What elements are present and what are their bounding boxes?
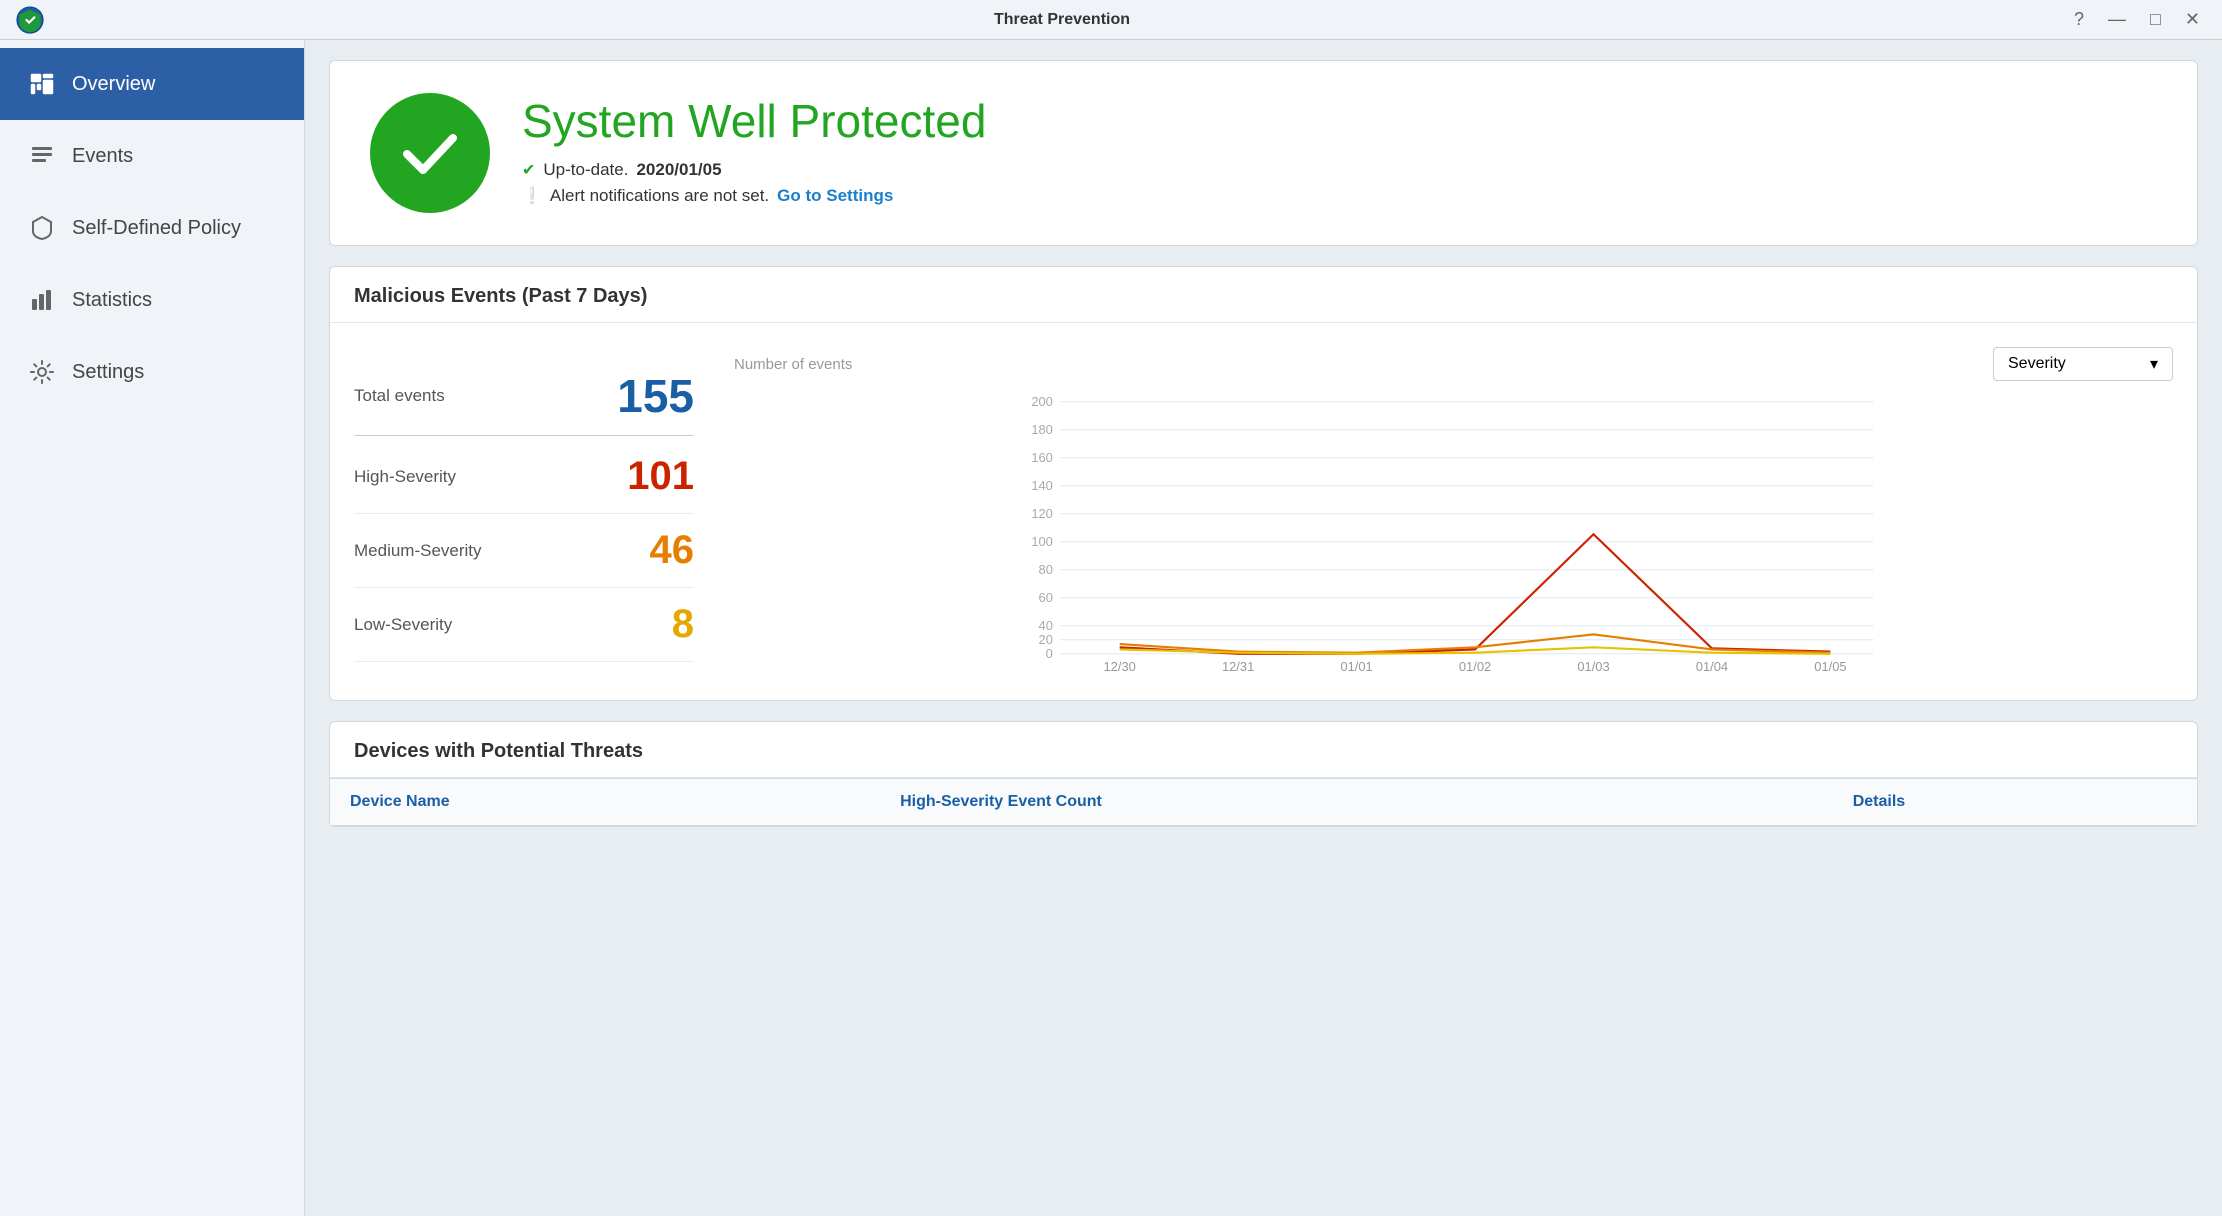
help-button[interactable]: ?: [2068, 7, 2090, 32]
uptodate-line: ✔ Up-to-date. 2020/01/05: [522, 160, 986, 180]
uptodate-label: Up-to-date.: [543, 160, 628, 180]
policy-icon: [28, 214, 56, 242]
window-controls[interactable]: ? — □ ✕: [2068, 7, 2206, 32]
app-logo: [16, 6, 56, 34]
status-title: System Well Protected: [522, 94, 986, 148]
total-events-label: Total events: [354, 386, 445, 406]
chart-y-label: Number of events: [734, 356, 852, 373]
medium-severity-row: Medium-Severity 46: [354, 514, 694, 588]
events-chart: 200 180 160 140 120 100 80 60 40 20 0: [734, 391, 2173, 671]
sidebar-item-settings-label: Settings: [72, 361, 144, 384]
details-column-header: Details: [1833, 779, 2197, 826]
titlebar: Threat Prevention ? — □ ✕: [0, 0, 2222, 40]
medium-severity-label: Medium-Severity: [354, 541, 482, 561]
svg-text:01/02: 01/02: [1459, 659, 1491, 671]
devices-header: Devices with Potential Threats: [330, 722, 2197, 778]
svg-text:120: 120: [1031, 506, 1053, 521]
total-events-value: 155: [617, 369, 694, 423]
overview-icon: [28, 70, 56, 98]
sidebar: Overview Events Self-Defined Policy: [0, 40, 305, 1216]
sidebar-item-events[interactable]: Events: [0, 120, 304, 192]
window-title: Threat Prevention: [56, 11, 2068, 29]
svg-text:100: 100: [1031, 534, 1053, 549]
close-button[interactable]: ✕: [2179, 7, 2206, 32]
svg-text:200: 200: [1031, 394, 1053, 409]
low-severity-label: Low-Severity: [354, 615, 452, 635]
chart-container: Number of events Severity ▾ 200 180 160: [734, 347, 2173, 676]
svg-text:01/01: 01/01: [1340, 659, 1372, 671]
uptodate-date: 2020/01/05: [636, 160, 721, 180]
severity-dropdown[interactable]: Severity ▾: [1993, 347, 2173, 381]
malicious-events-card: Malicious Events (Past 7 Days) Total eve…: [329, 266, 2198, 701]
svg-text:01/05: 01/05: [1814, 659, 1846, 671]
sidebar-item-events-label: Events: [72, 145, 133, 168]
status-checkmark-icon: [370, 93, 490, 213]
status-info: System Well Protected ✔ Up-to-date. 2020…: [522, 94, 986, 212]
event-stats: Total events 155 High-Severity 101 Mediu…: [354, 347, 694, 676]
go-to-settings-link[interactable]: Go to Settings: [777, 186, 893, 206]
sidebar-item-policy-label: Self-Defined Policy: [72, 217, 241, 240]
malicious-events-header: Malicious Events (Past 7 Days): [330, 267, 2197, 323]
devices-table-header-row: Device Name High-Severity Event Count De…: [330, 779, 2197, 826]
sidebar-item-policy[interactable]: Self-Defined Policy: [0, 192, 304, 264]
severity-dropdown-value: Severity: [2008, 355, 2066, 373]
malicious-events-body: Total events 155 High-Severity 101 Mediu…: [330, 323, 2197, 700]
svg-text:140: 140: [1031, 478, 1053, 493]
svg-text:180: 180: [1031, 422, 1053, 437]
svg-text:40: 40: [1039, 618, 1053, 633]
high-severity-row: High-Severity 101: [354, 440, 694, 514]
svg-text:20: 20: [1039, 632, 1053, 647]
sidebar-item-settings[interactable]: Settings: [0, 336, 304, 408]
svg-text:160: 160: [1031, 450, 1053, 465]
status-card: System Well Protected ✔ Up-to-date. 2020…: [329, 60, 2198, 246]
maximize-button[interactable]: □: [2144, 7, 2167, 32]
svg-text:12/30: 12/30: [1103, 659, 1135, 671]
content-area: System Well Protected ✔ Up-to-date. 2020…: [305, 40, 2222, 1216]
alert-line: ❕ Alert notifications are not set. Go to…: [522, 186, 986, 206]
low-severity-row: Low-Severity 8: [354, 588, 694, 662]
warning-icon: ❕: [522, 186, 542, 206]
svg-text:0: 0: [1046, 646, 1053, 661]
svg-text:80: 80: [1039, 562, 1053, 577]
check-icon: ✔: [522, 160, 535, 180]
svg-text:12/31: 12/31: [1222, 659, 1254, 671]
alert-text: Alert notifications are not set.: [550, 186, 769, 206]
high-severity-label: High-Severity: [354, 467, 456, 487]
settings-icon: [28, 358, 56, 386]
statistics-icon: [28, 286, 56, 314]
device-name-column-header: Device Name: [330, 779, 880, 826]
minimize-button[interactable]: —: [2102, 7, 2132, 32]
high-severity-value: 101: [627, 454, 694, 499]
medium-severity-value: 46: [650, 528, 695, 573]
sidebar-item-statistics[interactable]: Statistics: [0, 264, 304, 336]
sidebar-item-overview[interactable]: Overview: [0, 48, 304, 120]
devices-table: Device Name High-Severity Event Count De…: [330, 778, 2197, 826]
sidebar-item-overview-label: Overview: [72, 73, 155, 96]
devices-card: Devices with Potential Threats Device Na…: [329, 721, 2198, 827]
svg-text:01/04: 01/04: [1696, 659, 1728, 671]
sidebar-item-statistics-label: Statistics: [72, 289, 152, 312]
app-icon: [16, 6, 44, 34]
low-severity-value: 8: [672, 602, 694, 647]
svg-text:60: 60: [1039, 590, 1053, 605]
events-icon: [28, 142, 56, 170]
chart-header: Number of events Severity ▾: [734, 347, 2173, 381]
total-events-row: Total events 155: [354, 355, 694, 436]
main-layout: Overview Events Self-Defined Policy: [0, 40, 2222, 1216]
chart-wrapper: 200 180 160 140 120 100 80 60 40 20 0: [734, 391, 2173, 676]
high-severity-count-column-header: High-Severity Event Count: [880, 779, 1833, 826]
chevron-down-icon: ▾: [2150, 354, 2158, 374]
svg-text:01/03: 01/03: [1577, 659, 1609, 671]
